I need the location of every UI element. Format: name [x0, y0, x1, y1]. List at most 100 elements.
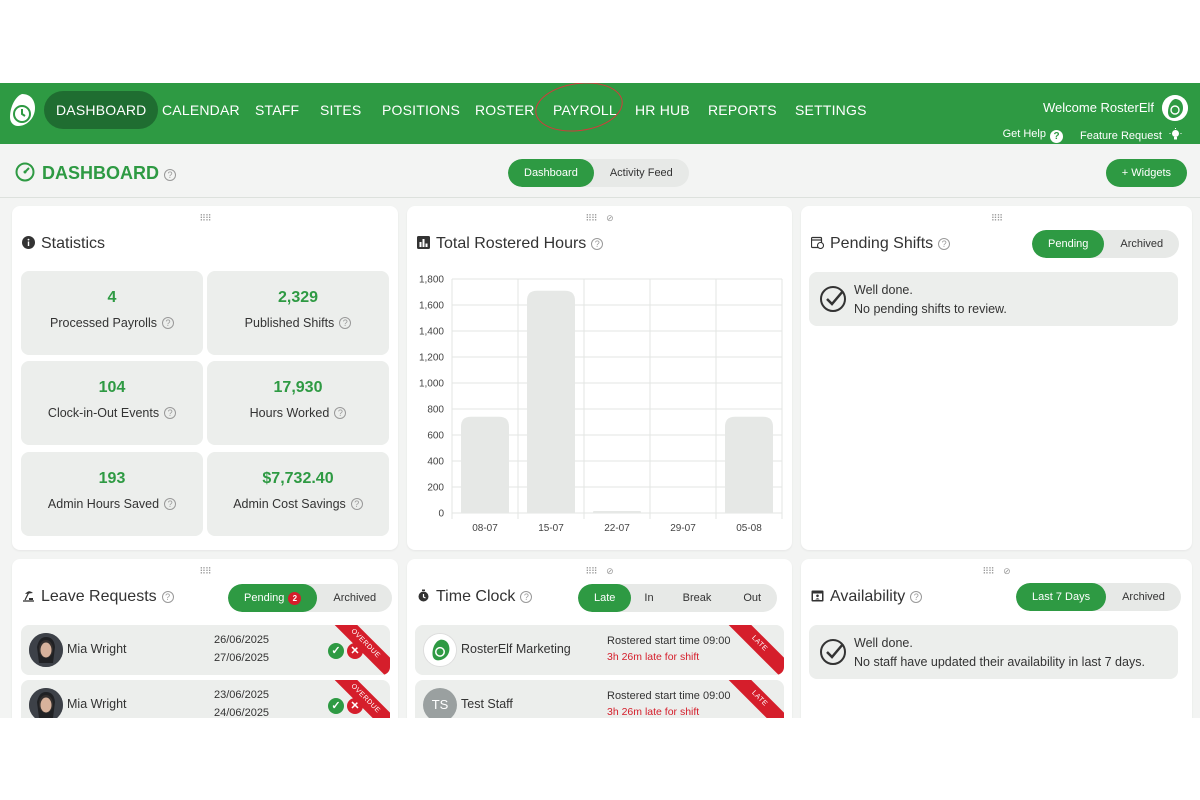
- stopwatch-icon: [418, 589, 429, 602]
- late-ribbon: LATE: [721, 680, 784, 718]
- leave-to-date: 24/06/2025: [214, 707, 270, 718]
- user-avatar-icon[interactable]: [1162, 95, 1188, 121]
- chart-bar: [461, 416, 509, 513]
- tab-break[interactable]: Break: [667, 584, 728, 612]
- nav-sites[interactable]: SITES: [320, 91, 361, 129]
- stat-admin-cost-savings: $7,732.40 Admin Cost Savings?: [207, 452, 389, 536]
- stat-label-text: Published Shifts: [244, 316, 335, 330]
- stat-value: 193: [98, 470, 126, 487]
- tab-last-7-days[interactable]: Last 7 Days: [1016, 583, 1107, 611]
- staff-name: Mia Wright: [67, 697, 127, 711]
- leave-request-row[interactable]: Mia Wright 26/06/2025 27/06/2025 ✓ ✕ OVE…: [21, 625, 390, 675]
- pending-shifts-card: ⠿⠿ Pending Shifts? Pending Archived Well…: [801, 206, 1192, 550]
- stat-admin-hours-saved: 193 Admin Hours Saved?: [21, 452, 203, 536]
- stat-value: 4: [107, 289, 117, 306]
- pending-count-badge: 2: [288, 592, 302, 605]
- tab-pending-label: Pending: [244, 592, 285, 604]
- drag-handle-icon[interactable]: ⠿⠿: [199, 566, 211, 577]
- help-icon[interactable]: ?: [161, 591, 174, 603]
- empty-title: Well done.: [854, 636, 913, 650]
- help-icon[interactable]: ?: [938, 238, 951, 250]
- help-icon[interactable]: ?: [164, 407, 177, 419]
- help-icon[interactable]: ?: [339, 317, 352, 329]
- calendar-clock-icon: [811, 236, 824, 249]
- dashboard-gauge-icon: [15, 162, 35, 182]
- tab-in[interactable]: In: [631, 584, 666, 612]
- time-clock-title: Time Clock?: [417, 588, 533, 606]
- page-title-text: DASHBOARD: [42, 163, 159, 183]
- availability-empty-state: Well done. No staff have updated their a…: [809, 625, 1178, 679]
- stat-processed-payrolls: 4 Processed Payrolls?: [21, 271, 203, 355]
- tab-dashboard[interactable]: Dashboard: [508, 159, 594, 187]
- nav-hr-hub[interactable]: HR HUB: [635, 91, 690, 129]
- nav-positions[interactable]: POSITIONS: [382, 91, 460, 129]
- tab-late[interactable]: Late: [578, 584, 632, 612]
- y-tick-label: 800: [427, 405, 444, 416]
- nav-calendar[interactable]: CALENDAR: [162, 91, 240, 129]
- stat-label-text: Admin Cost Savings: [233, 497, 346, 511]
- help-icon[interactable]: ?: [162, 317, 174, 329]
- get-help-label: Get Help: [1002, 128, 1046, 140]
- staff-avatar: [29, 633, 63, 667]
- drag-handle-icon[interactable]: ⠿⠿ ⊘: [585, 566, 613, 577]
- stat-value: 104: [98, 379, 126, 396]
- stat-clock-in-out-events: 104 Clock-in-Out Events?: [21, 361, 203, 445]
- availability-title-text: Availability: [830, 588, 906, 605]
- tab-archived[interactable]: Archived: [1106, 583, 1181, 611]
- leave-requests-tabs: Pending 2 Archived: [228, 584, 393, 612]
- nav-roster[interactable]: ROSTER: [475, 91, 535, 129]
- stat-value: $7,732.40: [262, 470, 334, 487]
- time-clock-title-text: Time Clock: [436, 588, 516, 605]
- help-icon[interactable]: ?: [910, 591, 923, 603]
- stat-label: Hours Worked?: [207, 406, 389, 420]
- tab-pending[interactable]: Pending 2: [228, 584, 318, 612]
- tab-archived[interactable]: Archived: [317, 584, 392, 612]
- x-tick-label: 15-07: [538, 523, 564, 534]
- help-icon[interactable]: ?: [164, 498, 177, 510]
- leave-request-row[interactable]: Mia Wright 23/06/2025 24/06/2025 ✓ ✕ OVE…: [21, 680, 390, 718]
- app-window: DASHBOARD CALENDAR STAFF SITES POSITIONS…: [0, 83, 1200, 718]
- nav-dashboard[interactable]: DASHBOARD: [44, 91, 159, 129]
- nav-staff[interactable]: STAFF: [255, 91, 299, 129]
- drag-handle-icon[interactable]: ⠿⠿ ⊘: [982, 566, 1010, 577]
- stat-label: Clock-in-Out Events?: [21, 406, 203, 420]
- help-icon[interactable]: ?: [350, 498, 363, 510]
- get-help-link[interactable]: Get Help?: [1003, 128, 1063, 143]
- nav-settings[interactable]: SETTINGS: [795, 91, 867, 129]
- help-icon[interactable]: ?: [334, 407, 347, 419]
- chart-bar: [593, 511, 641, 513]
- feature-request-link[interactable]: Feature Request: [1080, 128, 1182, 142]
- stat-value: 17,930: [273, 379, 323, 396]
- tab-out[interactable]: Out: [727, 584, 777, 612]
- leave-to-date: 27/06/2025: [214, 652, 270, 664]
- drag-handle-icon[interactable]: ⠿⠿: [991, 213, 1003, 224]
- add-widgets-button[interactable]: + Widgets: [1105, 159, 1187, 187]
- nav-reports[interactable]: REPORTS: [708, 91, 777, 129]
- stat-label-text: Hours Worked: [249, 406, 330, 420]
- hide-widget-icon[interactable]: ⊘: [1003, 566, 1011, 576]
- drag-handle-icon[interactable]: ⠿⠿: [199, 213, 211, 224]
- hide-widget-icon[interactable]: ⊘: [606, 566, 614, 576]
- tab-pending[interactable]: Pending: [1032, 230, 1105, 258]
- rosterelf-logo-icon[interactable]: [8, 92, 36, 128]
- time-clock-row[interactable]: TS Test Staff Rostered start time 09:00 …: [415, 680, 784, 718]
- top-navigation: DASHBOARD CALENDAR STAFF SITES POSITIONS…: [0, 83, 1200, 144]
- dashboard-view-tabs: Dashboard Activity Feed: [508, 159, 689, 187]
- tab-archived[interactable]: Archived: [1104, 230, 1179, 258]
- leave-from-date: 23/06/2025: [214, 689, 270, 701]
- staff-avatar: [29, 688, 63, 718]
- leave-requests-title: Leave Requests?: [22, 588, 174, 606]
- help-icon[interactable]: ?: [164, 169, 176, 181]
- help-icon: ?: [1050, 130, 1063, 143]
- approve-icon[interactable]: ✓: [328, 643, 344, 659]
- tab-activity-feed[interactable]: Activity Feed: [594, 159, 689, 187]
- chart-bar: [725, 416, 773, 513]
- info-icon: [22, 236, 35, 249]
- time-clock-row[interactable]: RosterElf Marketing Rostered start time …: [415, 625, 784, 675]
- rostered-start-time: Rostered start time 09:00: [607, 635, 731, 647]
- approve-icon[interactable]: ✓: [328, 698, 344, 714]
- leave-requests-title-text: Leave Requests: [41, 588, 157, 605]
- empty-message: No staff have updated their availability…: [854, 655, 1145, 669]
- help-icon[interactable]: ?: [520, 591, 533, 603]
- chart-bar: [527, 290, 575, 513]
